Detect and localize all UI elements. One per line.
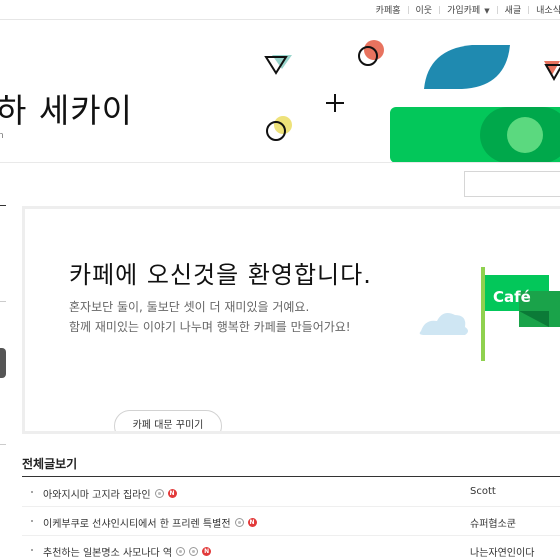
image-icon bbox=[234, 518, 244, 527]
new-badge-icon: N bbox=[202, 547, 212, 556]
cafe-url[interactable]: n bbox=[0, 131, 4, 141]
article-title-text: 이케부쿠로 선샤인시티에서 한 프리렌 특별전 bbox=[43, 519, 231, 530]
article-list: 아와지시마 고지라 집라인 N Scott 이케부쿠로 선샤인시티에서 한 프리렌… bbox=[22, 478, 560, 560]
new-badge-icon: N bbox=[167, 489, 177, 498]
cafe-flag-illustration: Café bbox=[419, 267, 560, 361]
cafe-name[interactable]: 하 세카이 bbox=[0, 84, 133, 132]
article-author[interactable]: 나는자연인이다 bbox=[470, 544, 534, 559]
table-row: 추천하는 일본명소 사모나다 역 N 나는자연인이다 bbox=[22, 536, 560, 560]
bullet bbox=[31, 549, 33, 551]
board-rule bbox=[22, 476, 560, 477]
sidebar-button[interactable] bbox=[0, 348, 6, 378]
cafe-home-link[interactable]: 카페홈 bbox=[369, 3, 408, 16]
table-row: 아와지시마 고지라 집라인 N Scott bbox=[22, 478, 560, 507]
article-title[interactable]: 추천하는 일본명소 사모나다 역 N bbox=[43, 544, 212, 559]
welcome-desc-line2: 함께 재미있는 이야기 나누며 행복한 카페를 만들어가요! bbox=[69, 320, 351, 334]
my-news-link[interactable]: 내소식 bbox=[529, 3, 560, 16]
top-nav-bar: 카페홈 이웃 가입카페 ▼ 새글 내소식 bbox=[0, 0, 560, 20]
welcome-panel: 카페에 오신것을 환영합니다. 혼자보단 둘이, 둘보단 셋이 더 재미있을 거… bbox=[22, 206, 560, 434]
image-icon bbox=[154, 489, 164, 498]
sidebar-divider bbox=[0, 301, 6, 302]
welcome-heading: 카페에 오신것을 환영합니다. bbox=[69, 261, 372, 289]
sidebar-divider bbox=[0, 444, 6, 445]
article-author[interactable]: Scott bbox=[470, 486, 496, 497]
decorate-cafe-button[interactable]: 카페 대문 꾸미기 bbox=[114, 410, 222, 431]
board-title[interactable]: 전체글보기 bbox=[22, 455, 77, 472]
new-posts-link[interactable]: 새글 bbox=[498, 3, 529, 16]
image-icon bbox=[189, 547, 199, 556]
joined-cafes-menu[interactable]: 가입카페 ▼ bbox=[440, 3, 497, 16]
cafe-header: 하 세카이 n bbox=[0, 21, 560, 163]
new-badge-icon: N bbox=[247, 518, 257, 527]
sidebar-divider bbox=[0, 205, 6, 206]
joined-cafes-label: 가입카페 bbox=[447, 6, 481, 16]
neighbors-link[interactable]: 이웃 bbox=[409, 3, 440, 16]
article-author[interactable]: 슈퍼협소쿤 bbox=[470, 515, 516, 530]
table-row: 이케부쿠로 선샤인시티에서 한 프리렌 특별전 N 슈퍼협소쿤 bbox=[22, 507, 560, 536]
search-input[interactable] bbox=[464, 171, 560, 197]
flag-text: Café bbox=[493, 288, 531, 306]
bullet bbox=[31, 491, 33, 493]
bullet bbox=[31, 520, 33, 522]
caret-down-icon: ▼ bbox=[484, 7, 490, 15]
article-title[interactable]: 이케부쿠로 선샤인시티에서 한 프리렌 특별전 N bbox=[43, 515, 257, 530]
article-title-text: 아와지시마 고지라 집라인 bbox=[43, 490, 151, 501]
top-nav-links: 카페홈 이웃 가입카페 ▼ 새글 내소식 bbox=[369, 3, 560, 16]
welcome-desc-line1: 혼자보단 둘이, 둘보단 셋이 더 재미있을 거예요. bbox=[69, 300, 310, 314]
article-title[interactable]: 아와지시마 고지라 집라인 N bbox=[43, 486, 177, 501]
welcome-description: 혼자보단 둘이, 둘보단 셋이 더 재미있을 거예요. 함께 재미있는 이야기 … bbox=[69, 297, 351, 431]
article-title-text: 추천하는 일본명소 사모나다 역 bbox=[43, 548, 173, 559]
image-icon bbox=[176, 547, 186, 556]
